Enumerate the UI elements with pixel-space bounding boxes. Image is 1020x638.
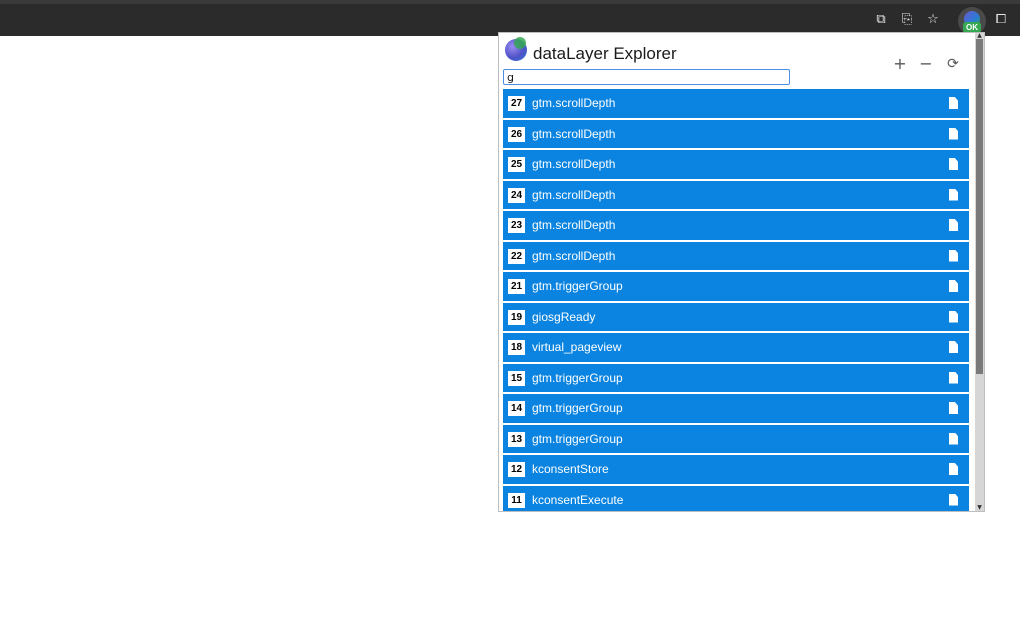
event-number-badge: 14 bbox=[508, 401, 525, 416]
event-row[interactable]: 22 gtm.scrollDepth bbox=[503, 241, 969, 270]
document-icon[interactable] bbox=[949, 219, 958, 231]
refresh-button[interactable]: ⟳ bbox=[944, 55, 962, 73]
event-name: gtm.scrollDepth bbox=[532, 187, 616, 202]
event-number-badge: 26 bbox=[508, 126, 525, 142]
event-number-badge: 11 bbox=[508, 492, 525, 508]
event-name: gtm.scrollDepth bbox=[532, 96, 616, 110]
expand-all-button[interactable]: + bbox=[891, 55, 909, 73]
event-name: gtm.scrollDepth bbox=[532, 248, 616, 263]
event-row[interactable]: 19 giosgReady bbox=[503, 302, 969, 331]
document-icon[interactable] bbox=[949, 402, 958, 414]
event-name: kconsentExecute bbox=[532, 492, 624, 507]
star-icon[interactable]: ☆ bbox=[922, 10, 944, 30]
document-icon[interactable] bbox=[949, 249, 958, 262]
event-name: gtm.scrollDepth bbox=[532, 126, 616, 141]
document-icon[interactable] bbox=[949, 432, 958, 445]
event-row[interactable]: 12 kconsentStore bbox=[503, 455, 969, 484]
document-icon[interactable] bbox=[949, 493, 958, 506]
document-icon[interactable] bbox=[949, 280, 958, 292]
event-row[interactable]: 18 virtual_pageview bbox=[503, 333, 969, 362]
event-number-badge: 22 bbox=[508, 248, 525, 264]
extension-icon[interactable]: OK bbox=[958, 7, 986, 35]
collapse-all-button[interactable]: − bbox=[917, 55, 935, 73]
event-name: gtm.triggerGroup bbox=[532, 401, 623, 415]
event-row[interactable]: 14 gtm.triggerGroup bbox=[503, 394, 969, 423]
search-input[interactable] bbox=[503, 69, 790, 85]
event-name: gtm.scrollDepth bbox=[532, 218, 616, 232]
document-icon[interactable] bbox=[949, 310, 958, 323]
document-icon[interactable] bbox=[949, 97, 958, 109]
event-name: gtm.triggerGroup bbox=[532, 370, 623, 385]
event-number-badge: 27 bbox=[508, 96, 525, 111]
event-number-badge: 25 bbox=[508, 157, 525, 172]
event-name: gtm.scrollDepth bbox=[532, 157, 616, 171]
document-icon[interactable] bbox=[949, 188, 958, 201]
popup-title: dataLayer Explorer bbox=[533, 44, 677, 63]
event-row[interactable]: 24 gtm.scrollDepth bbox=[503, 180, 969, 209]
scrollbar[interactable]: ▲ ▼ bbox=[975, 33, 984, 511]
document-icon[interactable] bbox=[949, 341, 958, 353]
event-name: gtm.triggerGroup bbox=[532, 431, 623, 446]
event-row[interactable]: 25 gtm.scrollDepth bbox=[503, 150, 969, 179]
event-number-badge: 15 bbox=[508, 370, 525, 386]
document-icon[interactable] bbox=[949, 371, 958, 384]
event-row[interactable]: 26 gtm.scrollDepth bbox=[503, 119, 969, 148]
event-number-badge: 19 bbox=[508, 309, 525, 325]
event-number-badge: 23 bbox=[508, 218, 525, 233]
browser-toolbar: ⧉ ⎘ ☆ OK ⧠ bbox=[0, 0, 1020, 36]
event-name: giosgReady bbox=[532, 309, 596, 324]
event-name: kconsentStore bbox=[532, 462, 609, 476]
scroll-down-arrow-icon[interactable]: ▼ bbox=[975, 505, 984, 511]
event-row[interactable]: 23 gtm.scrollDepth bbox=[503, 211, 969, 240]
event-number-badge: 24 bbox=[508, 187, 525, 203]
event-row[interactable]: 27 gtm.scrollDepth bbox=[503, 89, 969, 118]
event-number-badge: 18 bbox=[508, 340, 525, 355]
event-number-badge: 13 bbox=[508, 431, 525, 447]
event-name: virtual_pageview bbox=[532, 340, 622, 354]
cast-icon[interactable]: ⧉ bbox=[870, 10, 892, 30]
document-icon[interactable] bbox=[949, 127, 958, 140]
scrollbar-thumb[interactable] bbox=[976, 39, 983, 374]
app-logo-icon bbox=[505, 37, 527, 61]
event-name: gtm.triggerGroup bbox=[532, 279, 623, 293]
event-number-badge: 21 bbox=[508, 279, 525, 294]
document-icon[interactable] bbox=[949, 463, 958, 475]
event-list: 27 gtm.scrollDepth 26 gtm.scrollDepth 25 gtm.… bbox=[503, 89, 969, 511]
event-row[interactable]: 13 gtm.triggerGroup bbox=[503, 424, 969, 453]
extension-popup: dataLayer Explorer + − ⟳ 27 gtm.scrollDep… bbox=[498, 32, 985, 512]
event-row[interactable]: 11 kconsentExecute bbox=[503, 485, 969, 511]
event-row[interactable]: 15 gtm.triggerGroup bbox=[503, 363, 969, 392]
event-row[interactable]: 21 gtm.triggerGroup bbox=[503, 272, 969, 301]
translate-icon[interactable]: ⎘ bbox=[896, 10, 918, 30]
document-icon[interactable] bbox=[949, 158, 958, 170]
event-number-badge: 12 bbox=[508, 462, 525, 477]
puzzle-icon[interactable]: ⧠ bbox=[990, 10, 1012, 30]
